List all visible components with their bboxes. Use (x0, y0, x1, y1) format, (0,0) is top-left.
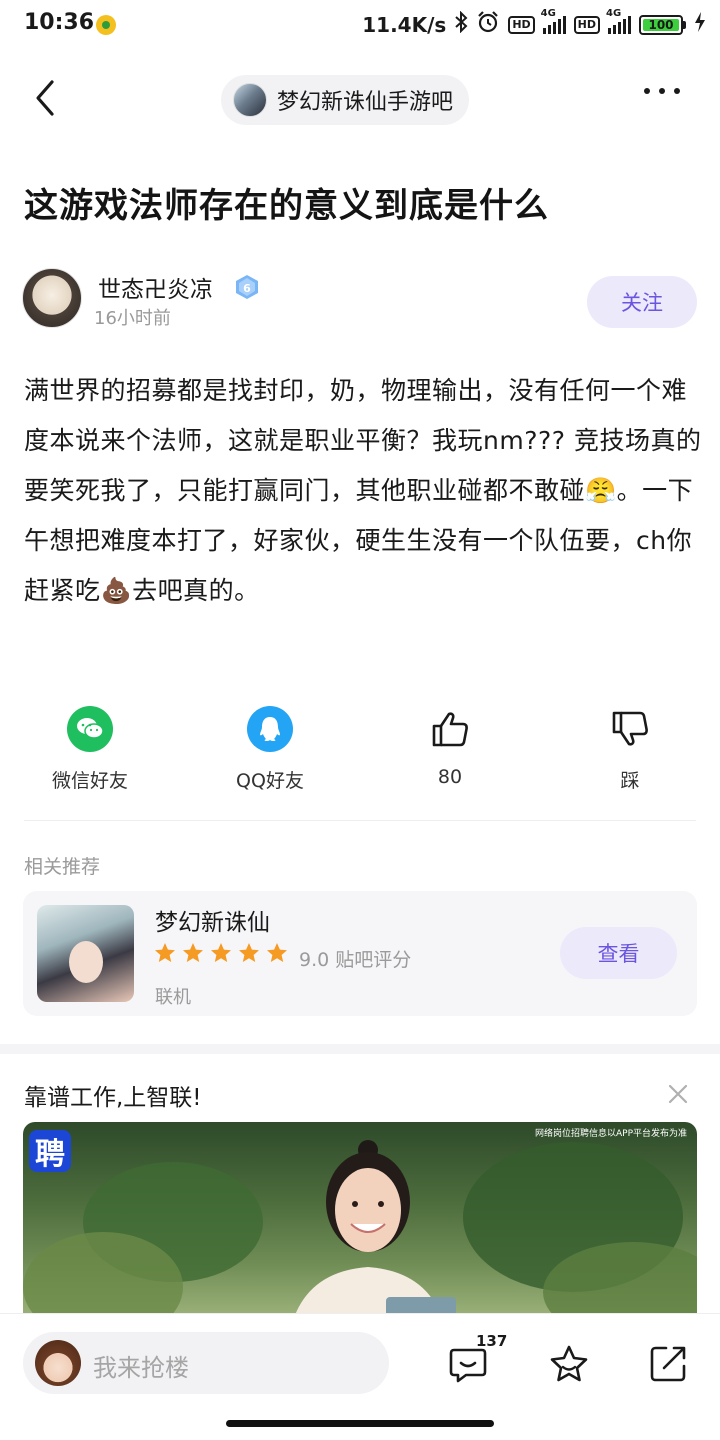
signal-icon: 4G (606, 8, 631, 34)
thumbs-down-icon (607, 706, 653, 752)
status-bar: 10:36 11.4K/s HD 4G HD 4G 100 (0, 0, 720, 52)
divider (24, 820, 696, 821)
battery-level: 100 (643, 18, 679, 31)
share-wechat-label: 微信好友 (51, 770, 128, 792)
rating-score: 9.0 贴吧评分 (299, 949, 412, 971)
rating-stars (153, 941, 289, 965)
user-avatar (35, 1340, 81, 1386)
hd-badge: HD (508, 15, 535, 34)
related-heading: 相关推荐 (24, 856, 101, 878)
forum-name: 梦幻新诛仙手游吧 (277, 90, 454, 115)
post-body-text: 去吧真的。 (132, 576, 260, 605)
battery-icon: 100 (639, 14, 686, 35)
alarm-icon (476, 10, 500, 39)
level-badge-icon: 6 (234, 274, 260, 300)
status-time: 10:36 (24, 10, 95, 35)
hd-badge: HD (573, 15, 600, 34)
wechat-icon (67, 706, 113, 752)
bluetooth-icon (454, 10, 468, 38)
author-name[interactable]: 世态卍炎凉 (98, 270, 213, 304)
forum-avatar (233, 83, 267, 117)
follow-button[interactable]: 关注 (587, 276, 697, 328)
level-number: 6 (243, 282, 251, 295)
status-icons: 11.4K/s HD 4G HD 4G 100 (362, 8, 706, 39)
notification-app-icon (96, 15, 116, 35)
dislike-button[interactable]: 踩 (560, 706, 700, 793)
more-button[interactable] (644, 88, 680, 94)
reply-input[interactable]: 我来抢楼 (23, 1332, 389, 1394)
dislike-label: 踩 (620, 770, 640, 792)
star-icon (211, 943, 231, 962)
star-icon (239, 943, 259, 962)
related-game-card[interactable]: 梦幻新诛仙 9.0 贴吧评分 联机 查看 (23, 891, 697, 1016)
emoji-poop: 💩 (100, 576, 133, 605)
ad-person-image (292, 1140, 456, 1322)
star-icon (267, 943, 287, 962)
share-row: 微信好友 QQ好友 80 踩 (0, 706, 720, 802)
nav-bar: 梦幻新诛仙手游吧 (0, 60, 720, 140)
edit-share-icon (650, 1346, 686, 1382)
net-type-label: 4G (606, 7, 622, 19)
qq-icon (247, 706, 293, 752)
author-avatar[interactable] (22, 268, 82, 328)
star-icon (183, 943, 203, 962)
comment-count: 137 (476, 1332, 508, 1350)
star-icon (550, 1345, 588, 1382)
net-type-label: 4G (540, 7, 556, 19)
emoji-grin: 😤 (585, 476, 617, 505)
post-title: 这游戏法师存在的意义到底是什么 (24, 186, 549, 226)
ad-image[interactable]: 聘 网络岗位招聘信息以APP平台发布为准 (23, 1122, 697, 1322)
share-button[interactable] (646, 1342, 690, 1386)
more-dots-icon (644, 88, 650, 94)
post-time: 16小时前 (94, 308, 171, 329)
section-divider (0, 1044, 720, 1054)
home-indicator[interactable] (226, 1420, 494, 1427)
game-name: 梦幻新诛仙 (155, 910, 270, 936)
game-cover-image (37, 905, 134, 1002)
ad-close-button[interactable] (665, 1081, 691, 1107)
game-tag: 联机 (155, 987, 191, 1008)
ad-title[interactable]: 靠谱工作,上智联! (24, 1078, 202, 1112)
like-count: 80 (437, 766, 463, 788)
star-icon (155, 943, 175, 962)
forum-pill[interactable]: 梦幻新诛仙手游吧 (221, 75, 470, 125)
chevron-left-icon (36, 80, 54, 116)
charging-icon (694, 12, 706, 37)
favorite-button[interactable] (547, 1342, 591, 1386)
view-button[interactable]: 查看 (560, 927, 677, 979)
share-wechat-button[interactable]: 微信好友 (20, 706, 160, 793)
like-button[interactable]: 80 (380, 706, 520, 788)
close-icon (668, 1084, 688, 1104)
share-qq-button[interactable]: QQ好友 (200, 706, 340, 793)
signal-icon: 4G (541, 8, 566, 34)
share-qq-label: QQ好友 (236, 770, 304, 792)
thumbs-up-icon (427, 706, 473, 752)
post-body: 满世界的招募都是找封印，奶，物理输出，没有任何一个难度本说来个法师，这就是职业平… (24, 366, 704, 616)
zhilian-logo: 聘 (29, 1130, 71, 1172)
net-speed: 11.4K/s (362, 12, 447, 37)
back-button[interactable] (28, 78, 68, 118)
reply-placeholder: 我来抢楼 (93, 1354, 189, 1382)
ad-disclaimer: 网络岗位招聘信息以APP平台发布为准 (534, 1129, 687, 1139)
bottom-bar: 我来抢楼 137 (0, 1314, 720, 1414)
